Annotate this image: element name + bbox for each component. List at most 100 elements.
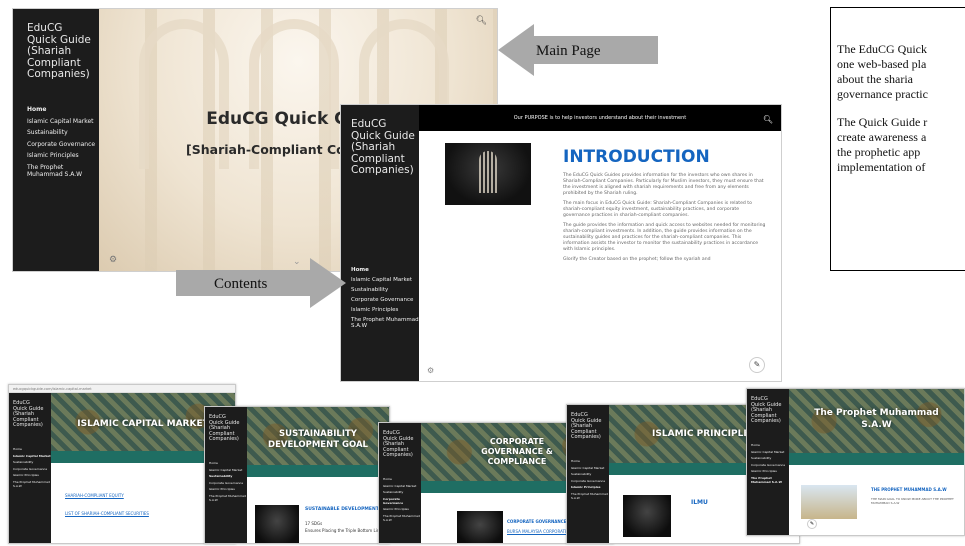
sidebar: EduCG Quick Guide (Shariah Compliant Com…: [341, 105, 419, 381]
site-title[interactable]: EduCG Quick Guide (Shariah Compliant Compani…: [751, 396, 781, 425]
mosque-window-image: [457, 511, 503, 543]
nav-item-islamic-principles[interactable]: Islamic Principles: [209, 487, 247, 491]
page-screenshot-islamic-capital-market: educgquickguide.com/islamic-capital-mark…: [8, 384, 236, 544]
nav-item-corporate-governance[interactable]: Corporate Governance: [27, 141, 99, 148]
nav-item-islamic-principles[interactable]: Islamic Principles: [13, 473, 51, 477]
sidebar-nav: Home Islamic Capital Market Sustainabili…: [209, 461, 247, 504]
nav-item-prophet[interactable]: The Prophet Muhammad S.A.W: [27, 164, 99, 178]
gear-icon[interactable]: ⚙: [427, 366, 434, 375]
nav-item-islamic-principles[interactable]: Islamic Principles: [751, 469, 789, 473]
sidebar: EduCG Quick Guide (Shariah Compliant Compani…: [205, 407, 247, 543]
sidebar-nav: Home Islamic Capital Market Sustainabili…: [383, 477, 421, 524]
banner-title: The Prophet Muhammad S.A.W: [814, 408, 939, 430]
nav-item-home[interactable]: Home: [383, 477, 421, 481]
nav-item-corporate-governance[interactable]: Corporate Governance: [571, 479, 609, 483]
nav-item-islamic-capital-market[interactable]: Islamic Capital Market: [27, 118, 99, 125]
site-title[interactable]: EduCG Quick Guide (Shariah Compliant Compani…: [13, 400, 43, 429]
mosque-photo: [801, 485, 857, 519]
search-icon[interactable]: 🔍︎: [763, 107, 773, 133]
paragraph: The guide provides the information and q…: [563, 223, 766, 252]
section-title: THE PROPHET MUHAMMAD S.A.W: [871, 487, 947, 492]
nav-item-home[interactable]: Home: [351, 267, 419, 273]
page-screenshot-sustainability: SUSTAINABILITY DEVELOPMENT GOAL SUSTAINAB…: [204, 406, 390, 544]
nav-item-corporate-governance[interactable]: Corporate Governance: [209, 481, 247, 485]
nav-item-islamic-capital-market[interactable]: Islamic Capital Market: [209, 468, 247, 472]
nav-item-islamic-principles[interactable]: Islamic Principles: [383, 507, 421, 511]
site-title[interactable]: EduCG Quick Guide (Shariah Compliant Com…: [351, 118, 415, 177]
nav-item-islamic-capital-market[interactable]: Islamic Capital Market: [571, 466, 609, 470]
nav-item-prophet[interactable]: The Prophet Muhammad S.A.W: [751, 476, 789, 484]
nav-item-home[interactable]: Home: [751, 443, 789, 447]
main-page-label: Main Page: [536, 43, 601, 59]
pencil-icon[interactable]: ✎: [749, 357, 765, 373]
sidebar-nav: Home Islamic Capital Market Sustainabili…: [571, 459, 609, 502]
site-title[interactable]: EduCG Quick Guide (Shariah Compliant Compani…: [209, 414, 239, 443]
nav-item-islamic-capital-market[interactable]: Islamic Capital Market: [351, 277, 419, 283]
description-paragraph-2: The Quick Guide r create awareness a the…: [837, 115, 928, 174]
nav-item-sustainability[interactable]: Sustainability: [751, 456, 789, 460]
nav-item-islamic-principles[interactable]: Islamic Principles: [571, 485, 609, 489]
teal-band: [247, 465, 389, 477]
nav-item-prophet[interactable]: The Prophet Muhammad S.A.W: [383, 514, 421, 522]
sidebar-nav: Home Islamic Capital Market Sustainabili…: [13, 447, 51, 490]
site-title[interactable]: EduCG Quick Guide (Shariah Compliant Compani…: [571, 412, 601, 441]
mosque-window-image: [255, 505, 299, 543]
sidebar-nav: Home Islamic Capital Market Sustainabili…: [351, 267, 419, 333]
nav-item-islamic-capital-market[interactable]: Islamic Capital Market: [383, 484, 421, 488]
link[interactable]: LIST OF SHARIAH-COMPLIANT SECURITIES: [65, 511, 149, 516]
paragraph: The EduCG Quick Guides provides informat…: [563, 173, 764, 196]
nav-item-home[interactable]: Home: [209, 461, 247, 465]
section-title: ILMU: [691, 499, 708, 506]
search-icon[interactable]: 🔍︎: [476, 15, 487, 26]
introduction-heading: INTRODUCTION: [563, 147, 710, 167]
description-box: The EduCG Quick one web-based pla about …: [830, 7, 965, 271]
sidebar: EduCG Quick Guide (Shariah Compliant Compani…: [567, 405, 609, 543]
nav-item-islamic-capital-market[interactable]: Islamic Capital Market: [13, 454, 51, 458]
introduction-text: The EduCG Quick Guides provides informat…: [563, 173, 767, 267]
description-paragraph-1: The EduCG Quick one web-based pla about …: [837, 42, 928, 101]
sub-text: THE MAIN GOAL TO KNOW MORE ABOUT THE PRO…: [871, 497, 954, 505]
site-title[interactable]: EduCG Quick Guide (Shariah Compliant Compani…: [383, 430, 413, 459]
gear-icon[interactable]: ⚙: [109, 254, 117, 265]
page-screenshot-prophet: The Prophet Muhammad S.A.W THE PROPHET MU…: [746, 388, 965, 536]
nav-item-sustainability[interactable]: Sustainability: [27, 129, 99, 136]
nav-item-corporate-governance[interactable]: Corporate Governance: [13, 467, 51, 471]
link[interactable]: SHARIAH-COMPLIANT EQUITY: [65, 493, 124, 498]
paragraph: Glorify the Creator based on the prophet…: [563, 257, 711, 262]
nav-item-sustainability[interactable]: Sustainability: [13, 460, 51, 464]
nav-item-home[interactable]: Home: [27, 106, 99, 113]
mosque-window-image: [445, 143, 531, 205]
nav-item-islamic-principles[interactable]: Islamic Principles: [27, 152, 99, 159]
pencil-icon[interactable]: ✎: [807, 519, 817, 529]
section-title: SUSTAINABLE DEVELOPMENT: [305, 507, 379, 512]
browser-address-bar: educgquickguide.com/islamic-capital-mark…: [9, 385, 235, 393]
nav-item-home[interactable]: Home: [13, 447, 51, 451]
sidebar: EduCG Quick Guide (Shariah Compliant Compani…: [379, 423, 421, 543]
sidebar: EduCG Quick Guide (Shariah Compliant Com…: [13, 9, 99, 271]
nav-item-prophet[interactable]: The Prophet Muhammad S.A.W: [351, 317, 419, 329]
mosque-window-image: [623, 495, 671, 537]
nav-item-sustainability[interactable]: Sustainability: [383, 490, 421, 494]
nav-item-prophet[interactable]: The Prophet Muhammad S.A.W: [571, 492, 609, 500]
nav-item-corporate-governance[interactable]: Corporate Governance: [383, 497, 421, 505]
sidebar-nav: Home Islamic Capital Market Sustainabili…: [27, 106, 99, 182]
site-title[interactable]: EduCG Quick Guide (Shariah Compliant Com…: [27, 22, 91, 81]
nav-item-sustainability[interactable]: Sustainability: [351, 287, 419, 293]
purpose-text: Our PURPOSE is to help investors underst…: [513, 115, 687, 121]
nav-item-islamic-principles[interactable]: Islamic Principles: [351, 307, 419, 313]
nav-item-prophet[interactable]: The Prophet Muhammad S.A.W: [209, 494, 247, 502]
nav-item-sustainability[interactable]: Sustainability: [571, 472, 609, 476]
nav-item-sustainability[interactable]: Sustainability: [209, 474, 247, 478]
nav-item-corporate-governance[interactable]: Corporate Governance: [751, 463, 789, 467]
nav-item-home[interactable]: Home: [571, 459, 609, 463]
teal-band: [789, 453, 964, 465]
sub-text: Ensures Placing the Triple Bottom Line: [305, 528, 382, 533]
nav-item-prophet[interactable]: The Prophet Muhammad S.A.W: [13, 480, 51, 488]
paragraph: The main focus in EduCG Quick Guide: Sha…: [563, 201, 752, 218]
sidebar: EduCG Quick Guide (Shariah Compliant Compani…: [9, 393, 51, 543]
banner-title: SUSTAINABILITY DEVELOPMENT GOAL: [268, 429, 368, 450]
contents-label: Contents: [214, 276, 268, 292]
nav-item-islamic-capital-market[interactable]: Islamic Capital Market: [751, 450, 789, 454]
sub-text: 17 SDGs: [305, 521, 323, 526]
nav-item-corporate-governance[interactable]: Corporate Governance: [351, 297, 419, 303]
